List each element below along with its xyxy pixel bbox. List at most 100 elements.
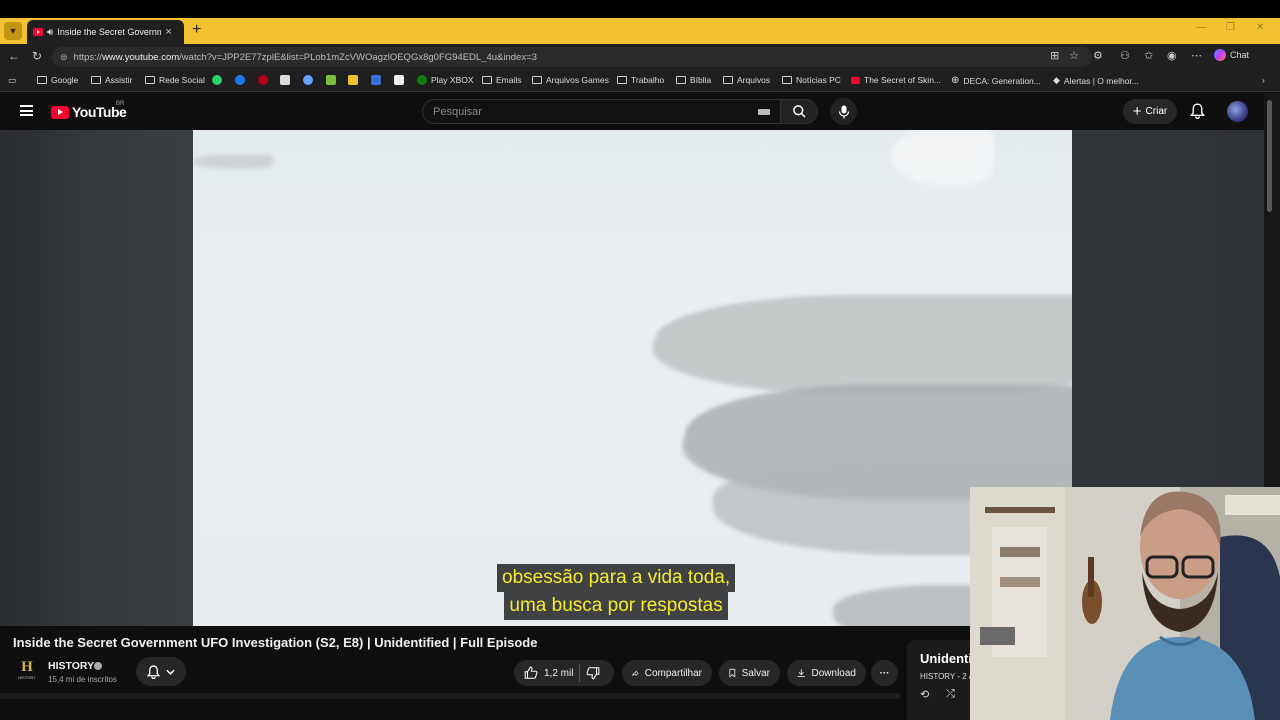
like-button[interactable]: 1,2 mil [524, 666, 573, 680]
folder-icon [482, 76, 492, 84]
app-install-icon[interactable]: ⊞ [1050, 49, 1059, 62]
s-bookmark-icon[interactable] [394, 75, 404, 85]
yellow-bookmark-icon[interactable] [348, 75, 358, 85]
whatsapp-icon[interactable] [212, 75, 222, 85]
bookmark-star-icon[interactable]: ☆ [1069, 49, 1079, 62]
folder-icon [723, 76, 733, 84]
reload-icon[interactable]: ↻ [32, 49, 42, 63]
share-button[interactable]: Compartilhar [622, 660, 712, 686]
red-bookmark-icon[interactable] [258, 75, 268, 85]
video-frame-shape [636, 295, 1072, 395]
minimize-icon[interactable]: — [1196, 22, 1206, 33]
bookmark-arquivos[interactable]: Arquivos [723, 75, 770, 85]
create-button[interactable]: + Criar [1123, 99, 1177, 124]
plus-icon: + [1132, 102, 1142, 120]
back-arrow-icon[interactable]: ← [8, 49, 20, 63]
share-icon [632, 669, 639, 676]
browser-tab[interactable]: 🔊︎ Inside the Secret Government UFO Inve… [27, 20, 184, 44]
menu-icon[interactable] [20, 105, 33, 116]
extensions-icon[interactable]: ⚙ [1093, 49, 1103, 62]
favorites-icon[interactable]: ✩ [1144, 49, 1153, 62]
like-count: 1,2 mil [544, 667, 574, 679]
channel-name[interactable]: HISTORY [48, 660, 94, 672]
webcam-feed-image [970, 487, 1280, 720]
os-title-bar [0, 0, 1280, 18]
bookmarks-overflow-icon[interactable]: › [1262, 75, 1265, 85]
url-text: https://www.youtube.com/watch?v=JPP2E77z… [73, 51, 537, 63]
thumbs-down-icon [587, 667, 600, 680]
subscriber-count: 15,4 mi de inscritos [48, 675, 117, 684]
playlist-title[interactable]: Unidenti [920, 651, 972, 666]
pill-divider [579, 664, 581, 682]
search-box [422, 99, 781, 124]
bookmark-alertas[interactable]: ◆ Alertas | O melhor... [1053, 75, 1139, 86]
microphone-icon [838, 105, 849, 118]
youtube-icon [851, 76, 860, 84]
caption-line: uma busca por respostas [504, 592, 728, 620]
bookmark-biblia[interactable]: Bíblia [676, 75, 711, 85]
bookmark-assistir[interactable]: Assistir [91, 75, 132, 85]
maximize-icon[interactable]: ❐ [1226, 22, 1235, 33]
shuffle-icon[interactable]: ⤮ [946, 688, 955, 701]
sidebar-toggle-icon[interactable]: ▭ [8, 75, 16, 86]
tab-menu-chevron-icon[interactable]: ▾ [4, 22, 22, 40]
messenger-icon[interactable] [235, 75, 245, 85]
bookmark-play-xbox[interactable]: Play XBOX [417, 75, 474, 85]
youtube-header: YouTube BR + Criar [0, 93, 1264, 130]
channel-avatar[interactable]: H HISTORY [17, 660, 37, 682]
green-bookmark-icon[interactable] [326, 75, 336, 85]
search-button[interactable] [781, 99, 818, 124]
bookmark-google[interactable]: Google [37, 75, 78, 85]
folder-icon [676, 76, 686, 84]
loop-icon[interactable]: ⟲ [920, 688, 929, 701]
bookmark-arquivos-games[interactable]: Arquivos Games [532, 75, 609, 85]
address-bar: ← ↻ ⊜ https://www.youtube.com/watch?v=JP… [0, 44, 1280, 70]
blue-bookmark-icon[interactable] [371, 75, 381, 85]
more-actions-button[interactable]: ··· [871, 660, 898, 686]
download-button[interactable]: Download [787, 660, 866, 686]
new-tab-button[interactable]: + [192, 21, 201, 39]
create-label: Criar [1145, 106, 1168, 117]
bookmark-secret-of-skin[interactable]: The Secret of Skin... [851, 75, 941, 85]
bookmark-emails[interactable]: Emails [482, 75, 522, 85]
below-video-divider [0, 693, 900, 699]
download-label: Download [811, 667, 856, 679]
profile-sync-icon[interactable]: ⚇ [1120, 49, 1130, 62]
account-icon[interactable]: ◉ [1167, 49, 1177, 62]
dislike-button[interactable] [586, 666, 600, 680]
video-frame-shape [893, 130, 993, 185]
voice-search-button[interactable] [830, 98, 857, 125]
star-bookmark-icon[interactable] [303, 75, 313, 85]
bookmark-trabalho[interactable]: Trabalho [617, 75, 664, 85]
search-input[interactable] [433, 105, 733, 118]
save-button[interactable]: Salvar [719, 660, 780, 686]
bookmark-icon [729, 668, 736, 678]
folder-icon [145, 76, 155, 84]
diamond-icon: ◆ [1053, 75, 1060, 85]
playlist-subtitle: HISTORY - 2 / [920, 672, 972, 681]
site-info-icon[interactable]: ⊜ [60, 52, 68, 63]
thumbs-up-icon [524, 666, 538, 679]
bookmark-noticias-pc[interactable]: Notícias PC [782, 75, 841, 85]
tab-close-icon[interactable]: × [165, 26, 171, 38]
tab-title: Inside the Secret Government UFO Investi… [57, 27, 162, 37]
scrollbar-thumb[interactable] [1267, 100, 1272, 212]
like-dislike-group: 1,2 mil [514, 660, 614, 686]
audio-playing-icon[interactable]: 🔊︎ [47, 27, 53, 38]
url-field[interactable]: ⊜ https://www.youtube.com/watch?v=JPP2E7… [52, 47, 1092, 67]
bookmark-rede-social[interactable]: Rede Social [145, 75, 205, 85]
youtube-play-icon [51, 105, 69, 119]
video-player[interactable] [193, 130, 1072, 626]
bookmark-deca[interactable]: ⊕ DECA: Generation... [951, 75, 1041, 86]
verified-icon [94, 662, 102, 670]
keyboard-icon[interactable] [758, 109, 770, 115]
notifications-icon[interactable] [1189, 103, 1206, 124]
folder-icon [91, 76, 101, 84]
user-avatar[interactable] [1227, 101, 1248, 122]
subscription-bell-button[interactable] [136, 657, 186, 686]
chat-button[interactable]: Chat [1214, 49, 1249, 61]
more-menu-icon[interactable]: ⋯ [1191, 49, 1202, 62]
globe-icon: ⊕ [951, 75, 960, 86]
window-close-icon[interactable]: ✕ [1256, 22, 1264, 33]
app-bookmark-icon[interactable] [280, 75, 290, 85]
